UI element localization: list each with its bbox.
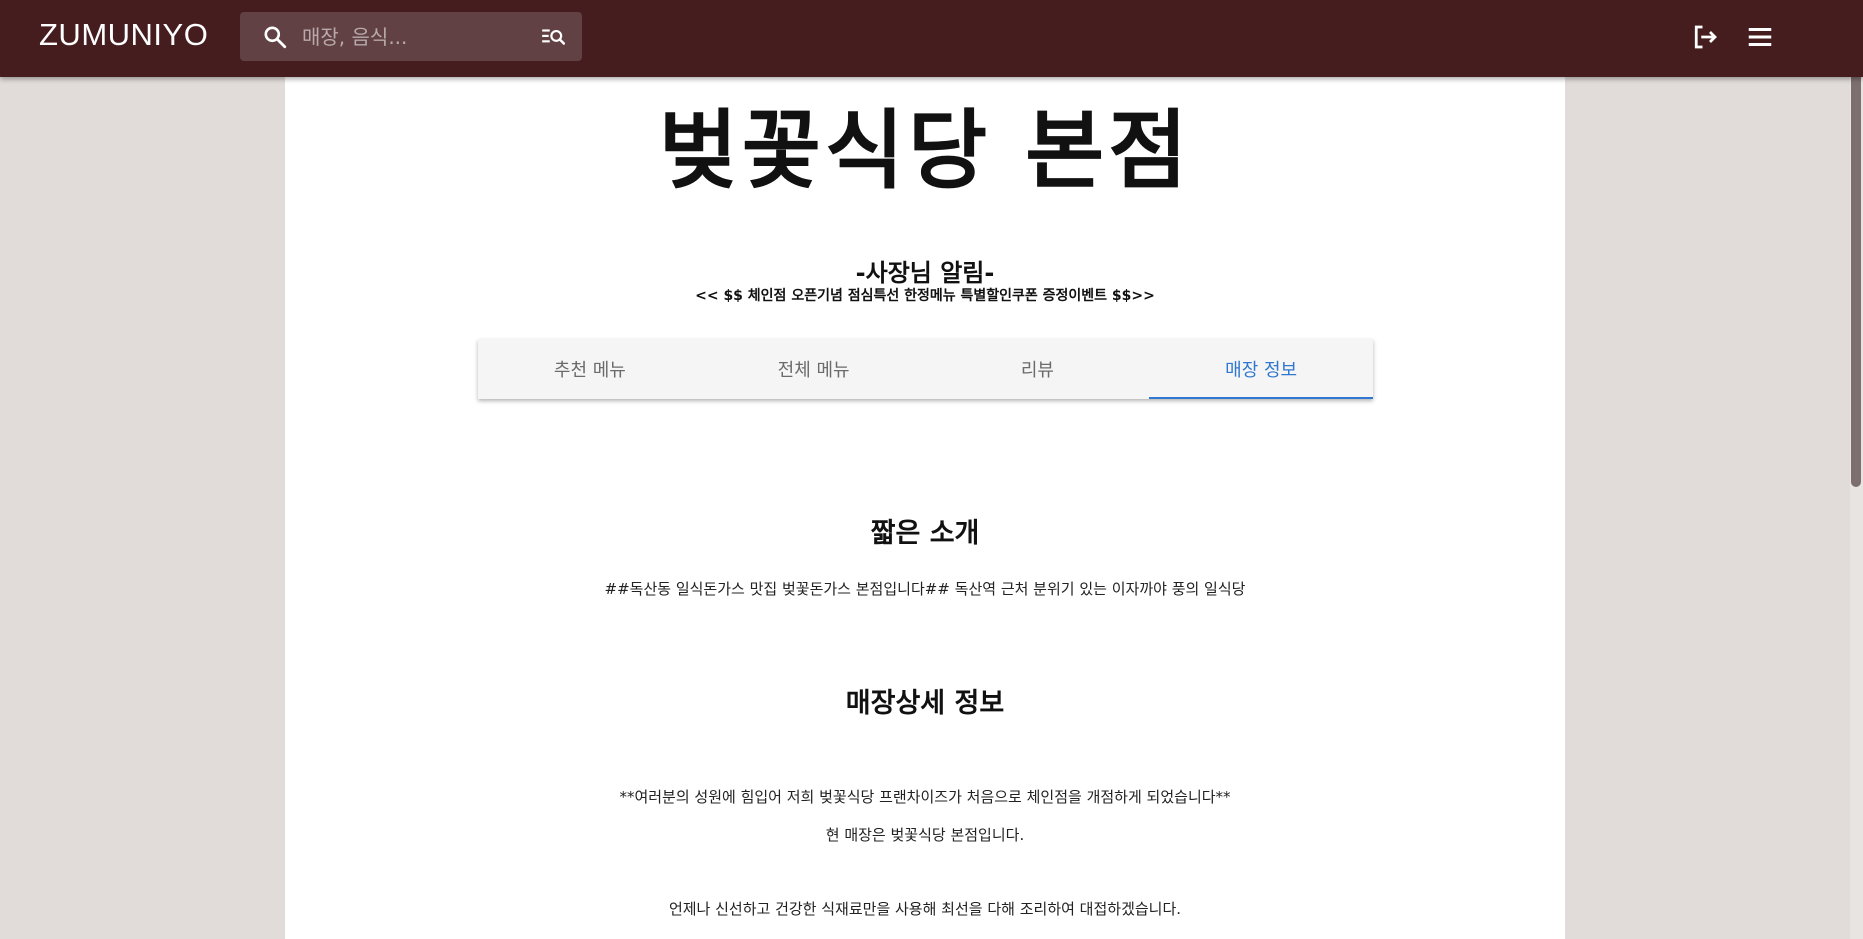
tab-store-info[interactable]: 매장 정보 [1149,339,1373,399]
notice-heading: -사장님 알림- [855,259,995,287]
advanced-search-icon[interactable] [540,24,566,50]
search-input[interactable] [300,20,534,54]
detail-line: **여러분의 성원에 힘입어 저희 벚꽃식당 프랜차이즈가 처음으로 체인점을 … [619,788,1231,806]
tab-recommended-menu[interactable]: 추천 메뉴 [478,339,702,399]
tab-reviews[interactable]: 리뷰 [926,339,1150,399]
detail-heading: 매장상세 정보 [845,688,1005,719]
search-box[interactable] [240,12,582,61]
intro-text: ##독산동 일식돈가스 맛집 벚꽃돈가스 본점입니다## 독산역 근처 분위기 … [604,580,1246,598]
menu-icon[interactable] [1745,22,1775,52]
detail-line: 언제나 신선하고 건강한 식재료만을 사용해 최선을 다해 조리하여 대접하겠습… [668,900,1182,918]
brand-logo[interactable]: ZUMUNIYO [39,17,208,53]
app-bar: ZUMUNIYO [0,0,1863,77]
scrollbar-thumb[interactable] [1851,27,1861,487]
notice-text: << $$ 체인점 오픈기념 점심특선 한정메뉴 특별할인쿠폰 증정이벤트 $$… [695,288,1155,304]
logout-icon[interactable] [1690,22,1720,52]
store-title: 벚꽃식당 본점 [658,101,1192,201]
tab-all-menu[interactable]: 전체 메뉴 [702,339,926,399]
store-detail-card: 벚꽃식당 본점 -사장님 알림- << $$ 체인점 오픈기념 점심특선 한정메… [285,0,1565,939]
detail-line: 현 매장은 벚꽃식당 본점입니다. [825,826,1025,844]
intro-heading: 짧은 소개 [870,518,980,549]
search-icon[interactable] [262,24,288,50]
store-tabs: 추천 메뉴 전체 메뉴 리뷰 매장 정보 [478,339,1373,399]
